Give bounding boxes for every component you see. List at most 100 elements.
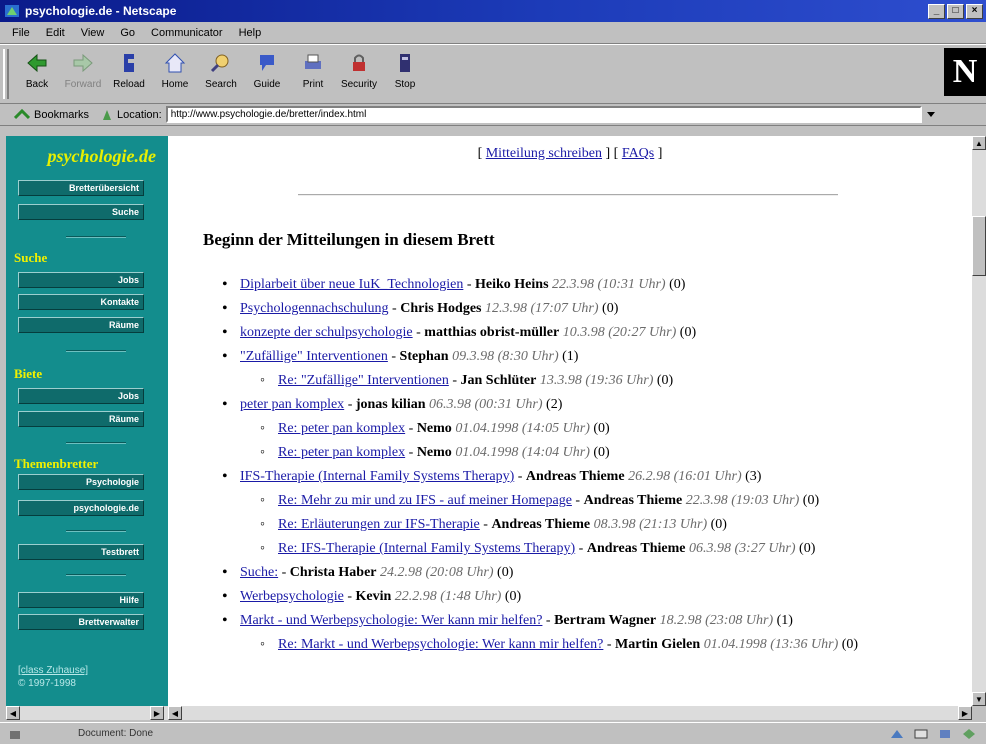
page-proxy-icon[interactable]: [101, 108, 113, 122]
menu-go[interactable]: Go: [112, 27, 143, 39]
home-icon: [164, 53, 186, 73]
footer-home-link[interactable]: [class Zuhause]: [18, 665, 88, 676]
sidebar-button-suche-kontakte[interactable]: Kontakte: [18, 294, 144, 310]
sidebar-button-hilfe[interactable]: Hilfe: [18, 592, 144, 608]
print-button[interactable]: Print: [290, 45, 336, 101]
guide-button[interactable]: Guide: [244, 45, 290, 101]
scroll-down-button[interactable]: ▼: [972, 692, 986, 706]
faq-link[interactable]: FAQs: [622, 146, 654, 161]
sidebar-heading-suche: Suche: [14, 250, 48, 265]
reload-label: Reload: [113, 79, 145, 90]
navigator-icon[interactable]: [890, 728, 904, 740]
reply-count: (0): [602, 301, 619, 316]
site-logo[interactable]: psychologie.de: [6, 136, 168, 176]
horizontal-scrollbar[interactable]: ◀ ▶ ◀ ▶: [6, 706, 972, 720]
reload-button[interactable]: Reload: [106, 45, 152, 101]
stop-icon: [400, 54, 410, 72]
menu-bar: File Edit View Go Communicator Help: [0, 22, 986, 44]
message-date: 01.04.1998 (14:04 Uhr): [455, 445, 590, 460]
menu-help[interactable]: Help: [231, 27, 270, 39]
sidebar-button-psychologie[interactable]: Psychologie: [18, 474, 144, 490]
top-navigation: [ Mitteilung schreiben ] [ FAQs ]: [477, 146, 663, 161]
minimize-button[interactable]: _: [928, 3, 945, 19]
discussions-icon[interactable]: [962, 728, 976, 740]
scroll-left-button[interactable]: ◀: [6, 706, 20, 720]
sidebar-scroll-right-button[interactable]: ▶: [150, 706, 164, 720]
url-dropdown-button[interactable]: [924, 106, 938, 123]
home-label: Home: [161, 79, 189, 90]
message-title-link[interactable]: Diplarbeit über neue IuK_Technologien: [240, 277, 463, 292]
netscape-logo[interactable]: N: [944, 48, 986, 96]
message-title-link[interactable]: Re: peter pan komplex: [278, 445, 405, 460]
scroll-up-button[interactable]: ▲: [972, 136, 986, 150]
sidebar-divider: [66, 530, 126, 532]
forward-button[interactable]: Forward: [60, 45, 106, 101]
vertical-scroll-thumb[interactable]: [972, 216, 986, 276]
message-date: 13.3.98 (19:36 Uhr): [539, 373, 654, 388]
sidebar-button-suche[interactable]: Suche: [18, 204, 144, 220]
message-author: Chris Hodges: [400, 301, 482, 316]
message-title-link[interactable]: peter pan komplex: [240, 397, 344, 412]
sidebar-divider: [66, 574, 126, 576]
sidebar-button-psychologie-de[interactable]: psychologie.de: [18, 500, 144, 516]
back-button[interactable]: Back: [14, 45, 60, 101]
message-author: Nemo: [416, 445, 452, 460]
message-title-link[interactable]: Markt - und Werbepsychologie: Wer kann m…: [240, 613, 542, 628]
message-title-link[interactable]: Re: Mehr zu mir und zu IFS - auf meiner …: [278, 493, 572, 508]
sidebar-button-bretteruebersicht[interactable]: Bretterübersicht: [18, 180, 144, 196]
message-title-link[interactable]: Psychologennachschulung: [240, 301, 389, 316]
message-title-link[interactable]: konzepte der schulpsychologie: [240, 325, 413, 340]
message-title-link[interactable]: Werbepsychologie: [240, 589, 344, 604]
menu-edit[interactable]: Edit: [38, 27, 73, 39]
security-label: Security: [340, 79, 378, 90]
write-message-link[interactable]: Mitteilung schreiben: [486, 146, 602, 161]
sidebar-button-biete-raeume[interactable]: Räume: [18, 411, 144, 427]
message-title-link[interactable]: Re: Erläuterungen zur IFS-Therapie: [278, 517, 480, 532]
message-title-link[interactable]: Re: peter pan komplex: [278, 421, 405, 436]
home-button[interactable]: Home: [152, 45, 198, 101]
reply-count: (0): [669, 277, 686, 292]
stop-button[interactable]: Stop: [382, 45, 428, 101]
message-title-link[interactable]: Re: IFS-Therapie (Internal Family System…: [278, 541, 575, 556]
toolbar-grip[interactable]: [3, 49, 9, 99]
composer-icon[interactable]: [938, 728, 952, 740]
message-date: 01.04.1998 (14:05 Uhr): [455, 421, 590, 436]
security-button[interactable]: Security: [336, 45, 382, 101]
sidebar-footer: [class Zuhause] © 1997-1998: [18, 664, 88, 690]
message-author: Andreas Thieme: [491, 517, 591, 532]
page-heading: Beginn der Mitteilungen in diesem Brett: [203, 230, 495, 249]
search-button[interactable]: Search: [198, 45, 244, 101]
menu-view[interactable]: View: [73, 27, 113, 39]
guide-label: Guide: [253, 79, 281, 90]
menu-file[interactable]: File: [4, 27, 38, 39]
window-title: psychologie.de - Netscape: [25, 4, 177, 18]
message-title-link[interactable]: IFS-Therapie (Internal Family Systems Th…: [240, 469, 514, 484]
message-date: 22.2.98 (1:48 Uhr): [394, 589, 502, 604]
vertical-scrollbar[interactable]: ▲ ▼: [972, 136, 986, 706]
close-button[interactable]: ×: [966, 3, 983, 19]
reply-count: (0): [841, 637, 859, 652]
chevron-down-icon: [926, 112, 935, 117]
mail-icon[interactable]: [914, 728, 928, 740]
content-scroll-left-button[interactable]: ◀: [168, 706, 182, 720]
sidebar-button-biete-jobs[interactable]: Jobs: [18, 388, 144, 404]
url-input[interactable]: http://www.psychologie.de/bretter/index.…: [165, 106, 922, 123]
scroll-right-button[interactable]: ▶: [958, 706, 972, 720]
sidebar-button-brettverwalter[interactable]: Brettverwalter: [18, 614, 144, 630]
message-title-link[interactable]: Suche:: [240, 565, 278, 580]
connection-status-icon: [10, 730, 20, 739]
sidebar-button-suche-raeume[interactable]: Räume: [18, 317, 144, 333]
menu-communicator[interactable]: Communicator: [143, 27, 231, 39]
message-title-link[interactable]: "Zufällige" Interventionen: [240, 349, 388, 364]
message-title-link[interactable]: Re: "Zufällige" Interventionen: [278, 373, 449, 388]
message-item: Psychologennachschulung - Chris Hodges 1…: [218, 298, 958, 319]
maximize-button[interactable]: □: [947, 3, 964, 19]
message-date: 06.3.98 (3:27 Uhr): [689, 541, 796, 556]
reply-count: (0): [802, 493, 820, 508]
sidebar-button-suche-jobs[interactable]: Jobs: [18, 272, 144, 288]
message-date: 10.3.98 (20:27 Uhr): [562, 325, 677, 340]
sidebar-button-testbrett[interactable]: Testbrett: [18, 544, 144, 560]
bookmarks-button[interactable]: Bookmarks: [14, 108, 89, 122]
back-label: Back: [25, 79, 49, 90]
message-title-link[interactable]: Re: Markt - und Werbepsychologie: Wer ka…: [278, 637, 603, 652]
